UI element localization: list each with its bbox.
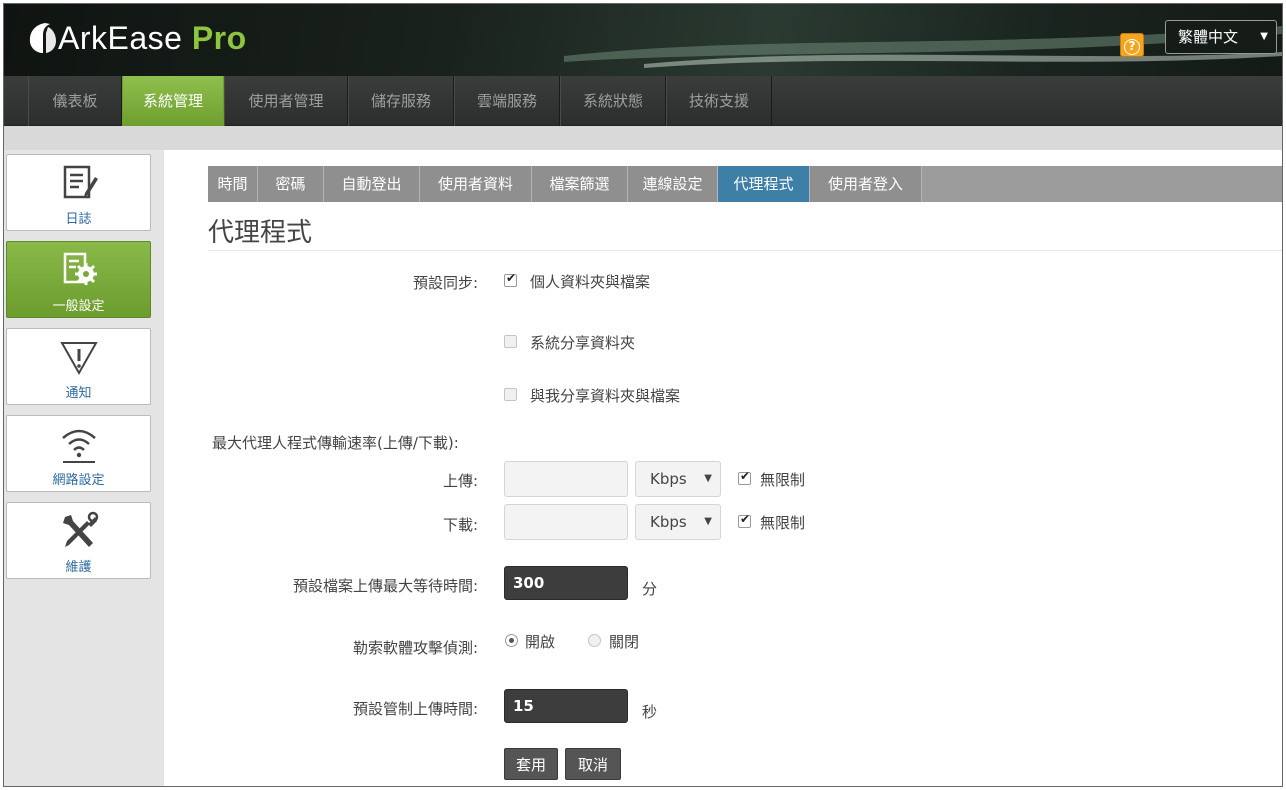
log-icon: [63, 165, 98, 199]
settings-tabs: 時間 密碼 自動登出 使用者資料 檔案篩選 連線設定 代理程式 使用者登入: [208, 166, 1282, 202]
nav-technical-support[interactable]: 技術支援: [666, 76, 772, 126]
upload-label: 上傳:: [442, 472, 478, 490]
sync-system-share-label: 系統分享資料夾: [530, 334, 636, 352]
logo: ArkEase Pro: [28, 16, 247, 60]
control-upload-time-unit: 秒: [642, 703, 658, 721]
download-unlimited-checkbox[interactable]: [738, 512, 751, 528]
sidebar-item-label: 日誌: [65, 212, 92, 227]
sync-personal-label: 個人資料夾與檔案: [530, 273, 651, 291]
tab-agent[interactable]: 代理程式: [718, 166, 810, 202]
logo-text: ArkEase Pro: [58, 19, 247, 56]
main-panel: 時間 密碼 自動登出 使用者資料 檔案篩選 連線設定 代理程式 使用者登入 代理…: [164, 150, 1282, 786]
nav-cloud-service[interactable]: 雲端服務: [454, 76, 560, 126]
apply-button[interactable]: 套用: [504, 748, 558, 780]
language-value: 繁體中文: [1178, 28, 1239, 46]
sync-shared-with-me-checkbox[interactable]: [504, 388, 517, 401]
tab-user-data[interactable]: 使用者資料: [420, 166, 532, 202]
download-rate-input[interactable]: [504, 504, 628, 540]
language-select[interactable]: 繁體中文 ▼: [1165, 20, 1277, 54]
help-icon[interactable]: ?: [1120, 33, 1144, 57]
download-unlimited-label: 無限制: [760, 514, 806, 532]
ransomware-off-radio[interactable]: [588, 634, 601, 647]
upload-unit-select[interactable]: Kbps ▼: [635, 461, 721, 497]
header-bar: ArkEase Pro ? 繁體中文 ▼: [4, 4, 1282, 76]
wait-time-input[interactable]: 300: [504, 566, 628, 600]
nav-system-status[interactable]: 系統狀態: [560, 76, 666, 126]
nav-system-management[interactable]: 系統管理: [122, 76, 224, 126]
page-title: 代理程式: [208, 218, 313, 248]
wait-time-unit: 分: [642, 580, 658, 598]
tab-connection-settings[interactable]: 連線設定: [628, 166, 718, 202]
sidebar-item-notification[interactable]: 通知: [6, 328, 151, 405]
ransomware-off-label: 關閉: [609, 633, 640, 651]
wifi-icon: [61, 429, 96, 463]
logo-mark-icon: [29, 23, 56, 53]
chevron-down-icon: ▼: [704, 516, 712, 527]
sidebar-item-label: 一般設定: [52, 299, 105, 314]
sidebar-item-log[interactable]: 日誌: [6, 154, 151, 231]
sync-personal-checkbox[interactable]: [504, 271, 517, 287]
tools-icon: [62, 511, 98, 547]
chevron-down-icon: ▼: [704, 473, 712, 484]
upload-unit-value: Kbps: [650, 470, 687, 488]
tab-user-login[interactable]: 使用者登入: [810, 166, 922, 202]
ransomware-on-label: 開啟: [525, 633, 556, 651]
upload-unlimited-label: 無限制: [760, 471, 806, 489]
sidebar-item-general-settings[interactable]: 一般設定: [6, 241, 151, 318]
cancel-button[interactable]: 取消: [565, 748, 621, 780]
control-upload-time-label: 預設管制上傳時間:: [352, 700, 478, 718]
tab-auto-logout[interactable]: 自動登出: [324, 166, 420, 202]
sub-bar: [4, 126, 1282, 150]
sync-shared-with-me-label: 與我分享資料夾與檔案: [530, 387, 681, 405]
tab-time[interactable]: 時間: [208, 166, 258, 202]
nav-user-management[interactable]: 使用者管理: [224, 76, 348, 126]
chevron-down-icon: ▼: [1260, 31, 1268, 42]
sidebar-item-label: 維護: [65, 560, 92, 575]
sync-system-share-checkbox[interactable]: [504, 335, 517, 348]
download-label: 下載:: [442, 516, 478, 534]
max-rate-label: 最大代理人程式傳輸速率(上傳/下載):: [212, 434, 459, 452]
ransomware-on-radio[interactable]: [505, 634, 518, 647]
nav-dashboard[interactable]: 儀表板: [28, 76, 122, 126]
sidebar-item-label: 網路設定: [52, 473, 105, 488]
tab-file-filter[interactable]: 檔案篩選: [532, 166, 628, 202]
title-divider: [208, 250, 1282, 251]
default-sync-label: 預設同步:: [412, 274, 478, 292]
app-window: ArkEase Pro ? 繁體中文 ▼ 儀表板 系統管理 使用者管理 儲存服務…: [3, 3, 1283, 787]
top-nav: 儀表板 系統管理 使用者管理 儲存服務 雲端服務 系統狀態 技術支援: [4, 76, 1282, 126]
nav-storage-service[interactable]: 儲存服務: [348, 76, 454, 126]
upload-rate-input[interactable]: [504, 461, 628, 497]
wait-time-label: 預設檔案上傳最大等待時間:: [292, 577, 478, 595]
settings-icon: [63, 252, 97, 285]
warning-icon: [59, 342, 98, 376]
sidebar: 日誌 一般設定 通知 網路設定 維護: [4, 150, 164, 786]
control-upload-time-input[interactable]: 15: [504, 689, 628, 723]
sidebar-item-network-settings[interactable]: 網路設定: [6, 415, 151, 492]
ransomware-detection-label: 勒索軟體攻擊偵測:: [352, 639, 478, 657]
upload-unlimited-checkbox[interactable]: [738, 469, 751, 485]
download-unit-select[interactable]: Kbps ▼: [635, 504, 721, 540]
tab-password[interactable]: 密碼: [258, 166, 324, 202]
sidebar-item-maintenance[interactable]: 維護: [6, 502, 151, 579]
download-unit-value: Kbps: [650, 513, 687, 531]
sidebar-item-label: 通知: [65, 386, 92, 401]
